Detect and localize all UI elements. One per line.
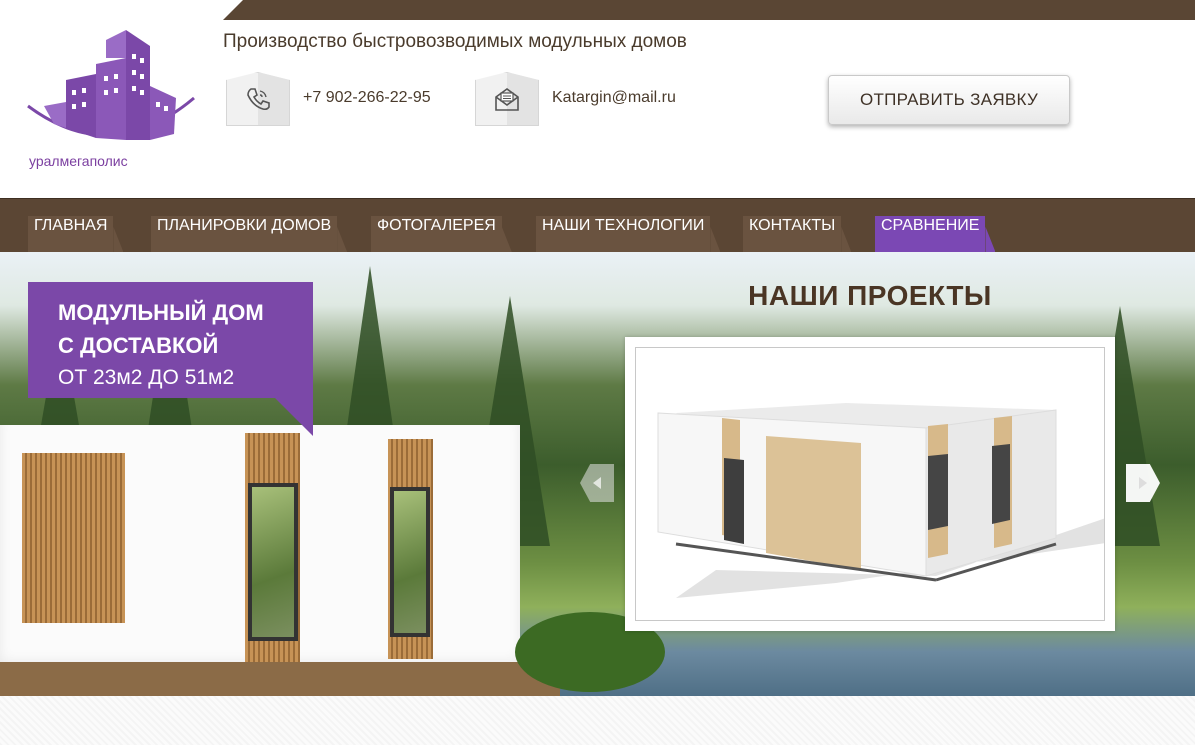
promo-line-2: С ДОСТАВКОЙ: [58, 333, 219, 358]
slider-prev-button[interactable]: [580, 464, 614, 502]
house-wood-panel: [22, 453, 125, 623]
phone-icon: [247, 88, 270, 111]
email-icon-box: [475, 72, 539, 126]
envelope-icon: [495, 88, 519, 111]
project-slide[interactable]: [635, 347, 1105, 621]
nav-item-comparison[interactable]: СРАВНЕНИЕ: [875, 216, 986, 252]
page: уралмегаполис Производство быстровозводи…: [0, 0, 1195, 745]
arrow-right-icon: [1139, 477, 1147, 489]
projects-slider: [625, 337, 1115, 631]
nav-item-home[interactable]: ГЛАВНАЯ: [28, 216, 114, 252]
house-window: [390, 487, 430, 637]
site-tagline: Производство быстровозводимых модульных …: [223, 31, 687, 52]
logo-text[interactable]: уралмегаполис: [29, 153, 128, 169]
header-top-bar: [223, 0, 1195, 20]
nav-item-contacts[interactable]: КОНТАКТЫ: [743, 216, 842, 252]
project-house-render: [657, 403, 1104, 598]
content-background: [0, 696, 1195, 745]
phone-icon-box: [226, 72, 290, 126]
nav-item-technologies[interactable]: НАШИ ТЕХНОЛОГИИ: [536, 216, 711, 252]
hero-house-image: [0, 425, 520, 670]
send-request-button[interactable]: ОТПРАВИТЬ ЗАЯВКУ: [828, 75, 1070, 125]
logo-icon[interactable]: [26, 28, 196, 173]
promo-line-3: ОТ 23м2 ДО 51м2: [58, 366, 235, 389]
promo-banner: МОДУЛЬНЫЙ ДОМ С ДОСТАВКОЙ ОТ 23м2 ДО 51м…: [28, 282, 313, 398]
nav-item-plans[interactable]: ПЛАНИРОВКИ ДОМОВ: [151, 216, 338, 252]
site-header: уралмегаполис Производство быстровозводи…: [0, 0, 1195, 198]
hero-banner: МОДУЛЬНЫЙ ДОМ С ДОСТАВКОЙ ОТ 23м2 ДО 51м…: [0, 252, 1195, 696]
house-deck: [0, 662, 560, 696]
phone-number[interactable]: +7 902-266-22-95: [303, 89, 431, 107]
nav-item-gallery[interactable]: ФОТОГАЛЕРЕЯ: [371, 216, 502, 252]
house-window: [248, 483, 298, 641]
projects-title: НАШИ ПРОЕКТЫ: [748, 280, 992, 311]
arrow-left-icon: [593, 477, 601, 489]
main-nav: ГЛАВНАЯ ПЛАНИРОВКИ ДОМОВ ФОТОГАЛЕРЕЯ НАШ…: [0, 198, 1195, 252]
email-address[interactable]: Katargin@mail.ru: [552, 89, 676, 107]
promo-line-1: МОДУЛЬНЫЙ ДОМ: [58, 300, 264, 325]
